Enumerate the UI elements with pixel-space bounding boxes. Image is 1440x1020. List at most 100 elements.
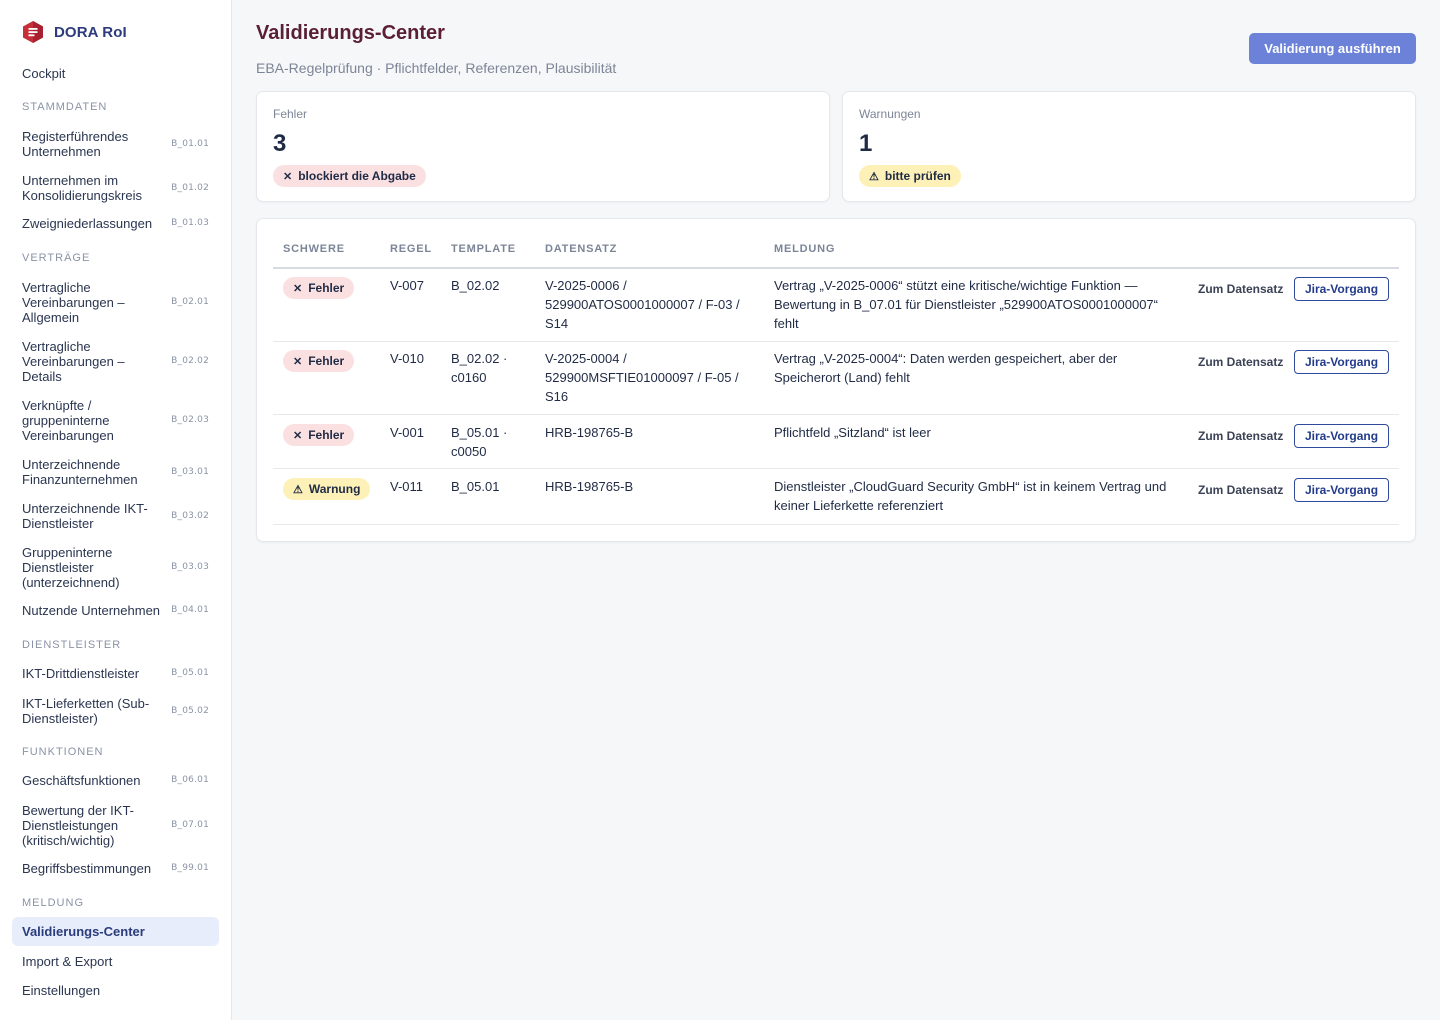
rule-cell: V-007 [390, 278, 424, 293]
open-record-link[interactable]: Zum Datensatz [1198, 483, 1283, 497]
sidebar-item-label: Vertragliche Vereinbarungen – Allgemein [22, 279, 125, 325]
column-header: REGEL [390, 243, 432, 255]
sidebar-section-title: STAMMDATEN [22, 101, 108, 113]
record-line: 529900ATOS0001000007 / F-03 / [545, 297, 740, 312]
sidebar-item-label: Registerführendes Unternehmen [22, 129, 129, 159]
sidebar-item-cockpit[interactable]: Cockpit [12, 62, 219, 84]
table-divider [273, 267, 1399, 269]
jira-issue-button[interactable]: Jira-Vorgang [1294, 478, 1389, 502]
template-line: B_02.02 · [451, 351, 508, 366]
sidebar-item-label: Unterzeichnende IKT-Dienstleister [22, 501, 148, 531]
record-cell: V-2025-0004 / 529900MSFTIE01000097 / F-0… [545, 349, 739, 406]
severity-label: Warnung [308, 482, 361, 496]
jira-issue-button[interactable]: Jira-Vorgang [1294, 277, 1389, 301]
stat-value: 1 [859, 130, 873, 157]
sidebar-item-label: IKT-Lieferketten (Sub-Dienstleister) [22, 696, 150, 726]
table-divider [273, 341, 1399, 342]
sidebar-item-validierungs-center[interactable]: Validierungs-Center [12, 917, 219, 946]
sidebar-item-b0203[interactable]: Verknüpfte / gruppeninterne Vereinbarung… [12, 397, 219, 443]
rule-cell: V-001 [390, 425, 424, 440]
sidebar-item-b0301[interactable]: Unterzeichnende Finanzunternehmen B_03.0… [12, 456, 219, 488]
sidebar-item-b0101[interactable]: Registerführendes Unternehmen B_01.01 [12, 128, 219, 160]
sidebar-section-title: DIENSTLEISTER [22, 639, 122, 651]
sidebar-item-b0501[interactable]: IKT-Drittdienstleister B_05.01 [12, 663, 219, 683]
record-line: V-2025-0004 / [545, 351, 627, 366]
sidebar-item-label: Import & Export [22, 953, 113, 969]
logo-icon [23, 21, 43, 43]
message-line: Vertrag „V-2025-0004“: Daten werden gesp… [774, 351, 1118, 366]
sidebar-item-b0502[interactable]: IKT-Lieferketten (Sub-Dienstleister) B_0… [12, 695, 219, 727]
sidebar-item-label: Begriffsbestimmungen [22, 860, 152, 876]
template-line: B_05.01 [451, 479, 500, 494]
record-line: S14 [545, 316, 569, 331]
sidebar-item-code: B_05.02 [171, 706, 209, 716]
status-badge-label: bitte prüfen [884, 169, 951, 183]
sidebar: DORA RoI Cockpit STAMMDATEN Registerführ… [0, 0, 232, 1020]
sidebar-item-import-export[interactable]: Import & Export [12, 950, 219, 972]
record-cell: V-2025-0006 / 529900ATOS0001000007 / F-0… [545, 276, 740, 333]
sidebar-item-b0701[interactable]: Bewertung der IKT-Dienstleistungen (krit… [12, 802, 219, 848]
severity-badge: ✕ Fehler [283, 350, 355, 372]
stat-label: Fehler [273, 107, 308, 121]
sidebar-item-code: B_02.02 [171, 356, 209, 366]
errors-card: Fehler 3 ✕ blockiert die Abgabe [256, 91, 830, 202]
sidebar-item-b0201[interactable]: Vertragliche Vereinbarungen – Allgemein … [12, 279, 219, 325]
sidebar-item-label: Zweigniederlassungen [22, 215, 153, 231]
column-header: SCHWERE [283, 243, 345, 255]
status-badge: ✕ blockiert die Abgabe [273, 165, 426, 187]
template-line: c0050 [451, 444, 487, 459]
sidebar-section-title: VERTRÄGE [22, 252, 91, 264]
message-line: Pflichtfeld „Sitzland“ ist leer [774, 425, 931, 440]
open-record-link[interactable]: Zum Datensatz [1198, 355, 1283, 369]
sidebar-item-code: B_03.01 [171, 467, 209, 477]
jira-issue-button[interactable]: Jira-Vorgang [1294, 350, 1389, 374]
sidebar-item-b0302[interactable]: Unterzeichnende IKT-Dienstleister B_03.0… [12, 500, 219, 532]
record-cell: HRB-198765-B [545, 477, 633, 496]
page-subtitle: EBA-Regelprüfung · Pflichtfelder, Refere… [256, 60, 617, 76]
sidebar-item-einstellungen[interactable]: Einstellungen [12, 979, 219, 1001]
close-icon: ✕ [293, 429, 303, 442]
sidebar-item-label: Bewertung der IKT-Dienstleistungen (krit… [22, 802, 134, 848]
sidebar-item-label: Geschäftsfunktionen [22, 772, 141, 788]
severity-badge: ⚠ Warnung [283, 478, 371, 500]
template-line: c0160 [451, 370, 487, 385]
brand[interactable]: DORA RoI [22, 20, 127, 44]
template-cell: B_02.02 [451, 276, 499, 295]
sidebar-item-code: B_04.01 [171, 605, 209, 615]
template-cell: B_05.01 [451, 477, 499, 496]
table-divider [273, 414, 1399, 415]
severity-label: Fehler [308, 281, 345, 295]
open-record-link[interactable]: Zum Datensatz [1198, 429, 1283, 443]
sidebar-item-b0202[interactable]: Vertragliche Vereinbarungen – Details B_… [12, 338, 219, 384]
sidebar-item-b0401[interactable]: Nutzende Unternehmen B_04.01 [12, 600, 219, 620]
open-record-link[interactable]: Zum Datensatz [1198, 282, 1283, 296]
sidebar-section-title: MELDUNG [22, 897, 85, 909]
sidebar-item-label: Verknüpfte / gruppeninterne Vereinbarung… [22, 397, 114, 443]
sidebar-item-label: Nutzende Unternehmen [22, 602, 161, 618]
sidebar-item-code: B_01.03 [171, 218, 209, 228]
sidebar-item-b9901[interactable]: Begriffsbestimmungen B_99.01 [12, 858, 219, 878]
sidebar-item-b0601[interactable]: Geschäftsfunktionen B_06.01 [12, 770, 219, 790]
sidebar-item-code: B_02.03 [171, 415, 209, 425]
sidebar-item-code: B_03.03 [171, 562, 209, 572]
sidebar-item-b0103[interactable]: Zweigniederlassungen B_01.03 [12, 213, 219, 233]
message-line: keiner Lieferkette referenziert [774, 498, 944, 513]
sidebar-item-b0102[interactable]: Unternehmen im Konsolidierungskreis B_01… [12, 172, 219, 204]
message-cell: Vertrag „V-2025-0006“ stützt eine kritis… [774, 276, 1158, 333]
severity-label: Fehler [308, 354, 345, 368]
message-cell: Vertrag „V-2025-0004“: Daten werden gesp… [774, 349, 1117, 387]
record-cell: HRB-198765-B [545, 423, 633, 442]
message-line: Speicherort (Land) fehlt [774, 370, 910, 385]
template-cell: B_05.01 · c0050 [451, 423, 507, 461]
jira-issue-button[interactable]: Jira-Vorgang [1294, 424, 1389, 448]
sidebar-item-code: B_01.01 [171, 139, 209, 149]
sidebar-section-title: FUNKTIONEN [22, 746, 104, 758]
status-badge-label: blockiert die Abgabe [298, 169, 416, 183]
run-validation-button[interactable]: Validierung ausführen [1249, 33, 1416, 64]
sidebar-item-b0303[interactable]: Gruppeninterne Dienstleister (unterzeich… [12, 544, 219, 590]
message-line: Dienstleister „CloudGuard Security GmbH“… [774, 479, 1167, 494]
column-header: TEMPLATE [451, 243, 516, 255]
message-cell: Pflichtfeld „Sitzland“ ist leer [774, 423, 931, 442]
table-divider [273, 524, 1399, 525]
record-line: HRB-198765-B [545, 425, 634, 440]
